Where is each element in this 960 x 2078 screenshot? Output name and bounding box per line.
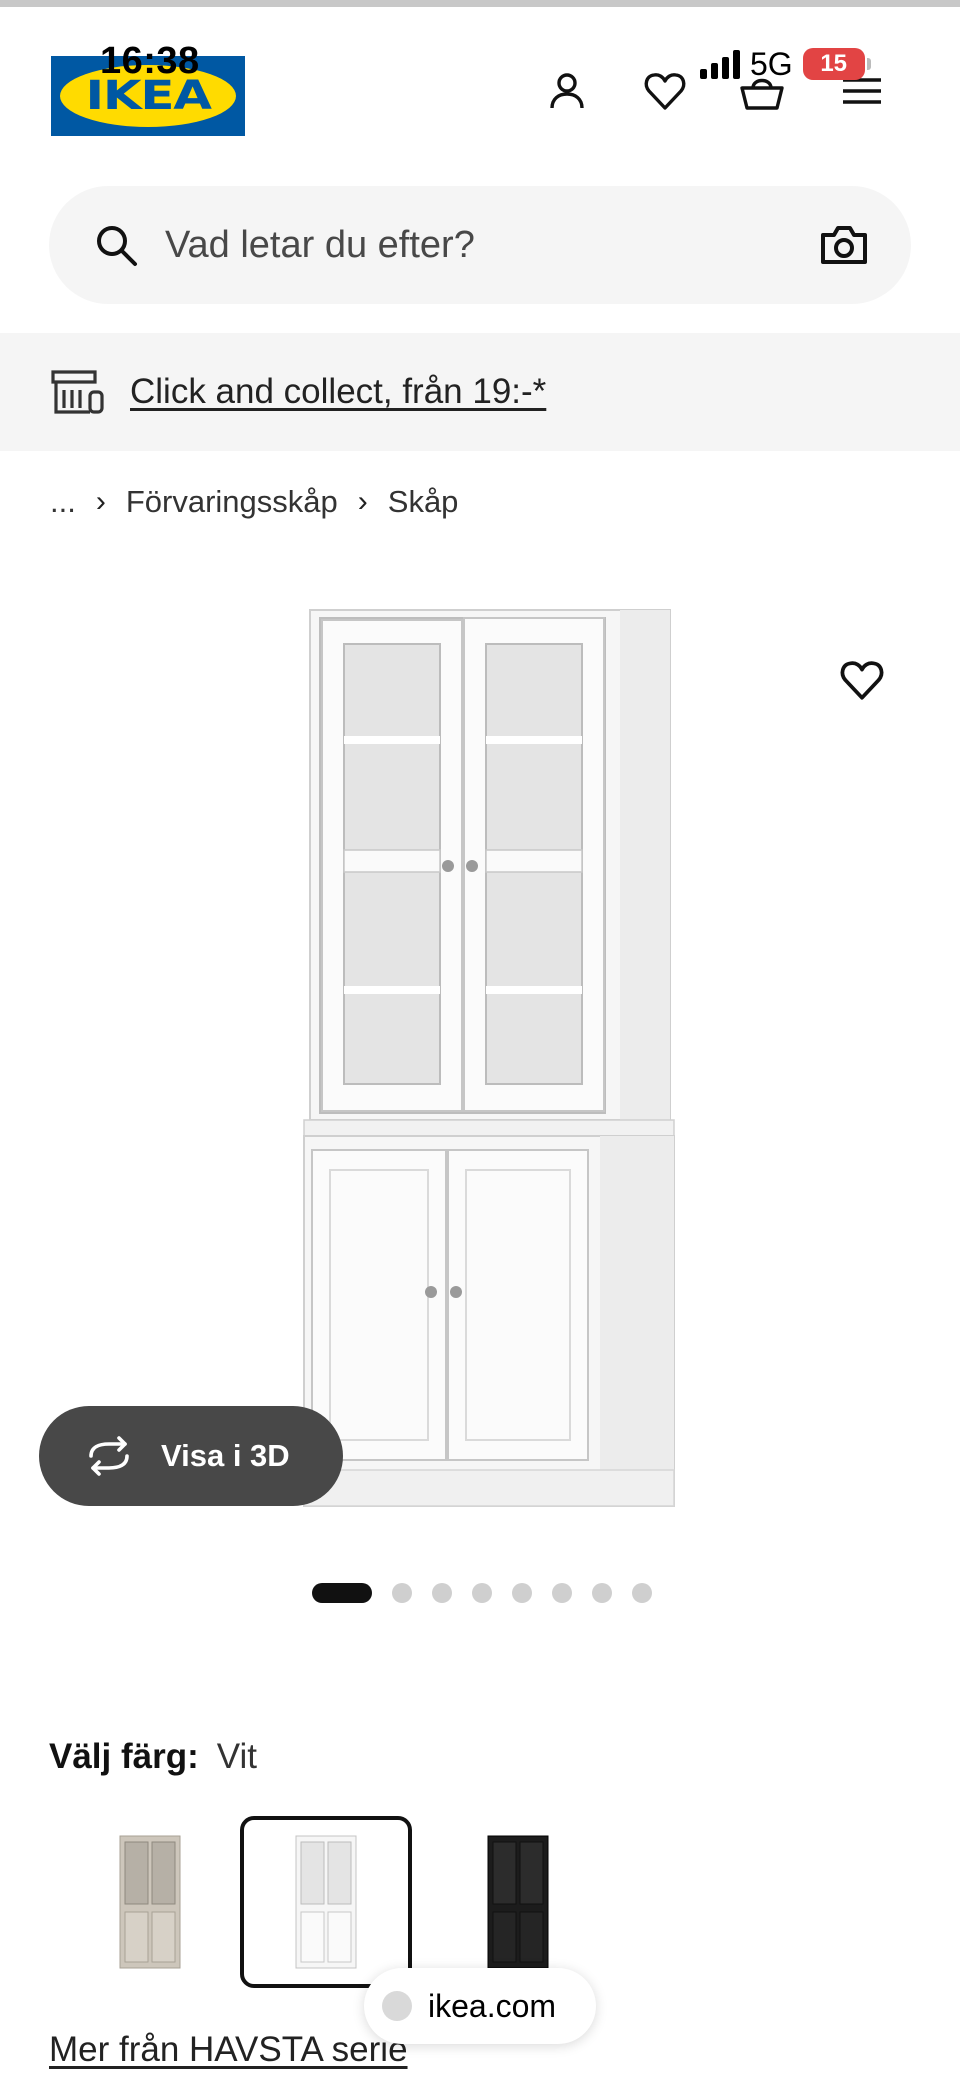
carousel-dot[interactable]: [632, 1583, 652, 1603]
color-picker-header: Välj färg: Vit: [49, 1737, 257, 1777]
rotate-3d-icon: [89, 1436, 129, 1476]
carousel-dot[interactable]: [392, 1583, 412, 1603]
breadcrumb-item-cabinets[interactable]: Skåp: [388, 484, 459, 520]
browser-url: ikea.com: [428, 1987, 557, 2024]
breadcrumb: ... › Förvaringsskåp › Skåp: [50, 482, 458, 522]
battery-level: 15: [820, 50, 848, 77]
color-picker-label: Välj färg:: [49, 1737, 199, 1776]
carousel-dot[interactable]: [512, 1583, 532, 1603]
browser-url-bar[interactable]: ikea.com: [364, 1968, 596, 2044]
battery-icon: 15: [802, 48, 871, 80]
carousel-dot[interactable]: [552, 1583, 572, 1603]
series-link[interactable]: Mer från HAVSTA serie: [49, 2030, 408, 2070]
carousel-dot[interactable]: [472, 1583, 492, 1603]
breadcrumb-ellipsis[interactable]: ...: [50, 484, 76, 520]
camera-icon[interactable]: [819, 222, 869, 268]
carousel-dot[interactable]: [432, 1583, 452, 1603]
search-input[interactable]: Vad letar du efter?: [49, 186, 911, 304]
click-collect-banner[interactable]: Click and collect, från 19:-*: [0, 333, 960, 451]
heart-icon[interactable]: [640, 66, 690, 116]
view-in-3d-label: Visa i 3D: [161, 1438, 290, 1473]
carousel-dot[interactable]: [592, 1583, 612, 1603]
breadcrumb-item-storage[interactable]: Förvaringsskåp: [126, 484, 338, 520]
status-time: 16:38: [100, 40, 200, 82]
product-image[interactable]: [290, 600, 680, 1530]
carousel-dot-active[interactable]: [312, 1583, 372, 1603]
click-collect-link[interactable]: Click and collect, från 19:-*: [130, 372, 546, 412]
selected-color: Vit: [216, 1737, 257, 1776]
color-swatch-black[interactable]: [432, 1816, 604, 1988]
chevron-right-icon: ›: [357, 485, 368, 518]
user-icon[interactable]: [542, 66, 592, 116]
view-in-3d-button[interactable]: Visa i 3D: [39, 1406, 343, 1506]
site-icon: [382, 1991, 412, 2021]
color-swatch-white[interactable]: [240, 1816, 412, 1988]
add-to-favourites-icon[interactable]: [838, 656, 886, 704]
browser-top-strip: [0, 0, 960, 7]
search-icon: [97, 226, 137, 266]
image-carousel-indicator: [312, 1583, 652, 1603]
search-placeholder: Vad letar du efter?: [165, 223, 475, 266]
signal-icon: [700, 49, 740, 79]
color-swatch-beige[interactable]: [64, 1816, 236, 1988]
store-pickup-icon: [51, 370, 104, 414]
network-label: 5G: [750, 45, 793, 82]
chevron-right-icon: ›: [95, 485, 106, 518]
status-indicators: 5G 15: [700, 45, 871, 82]
